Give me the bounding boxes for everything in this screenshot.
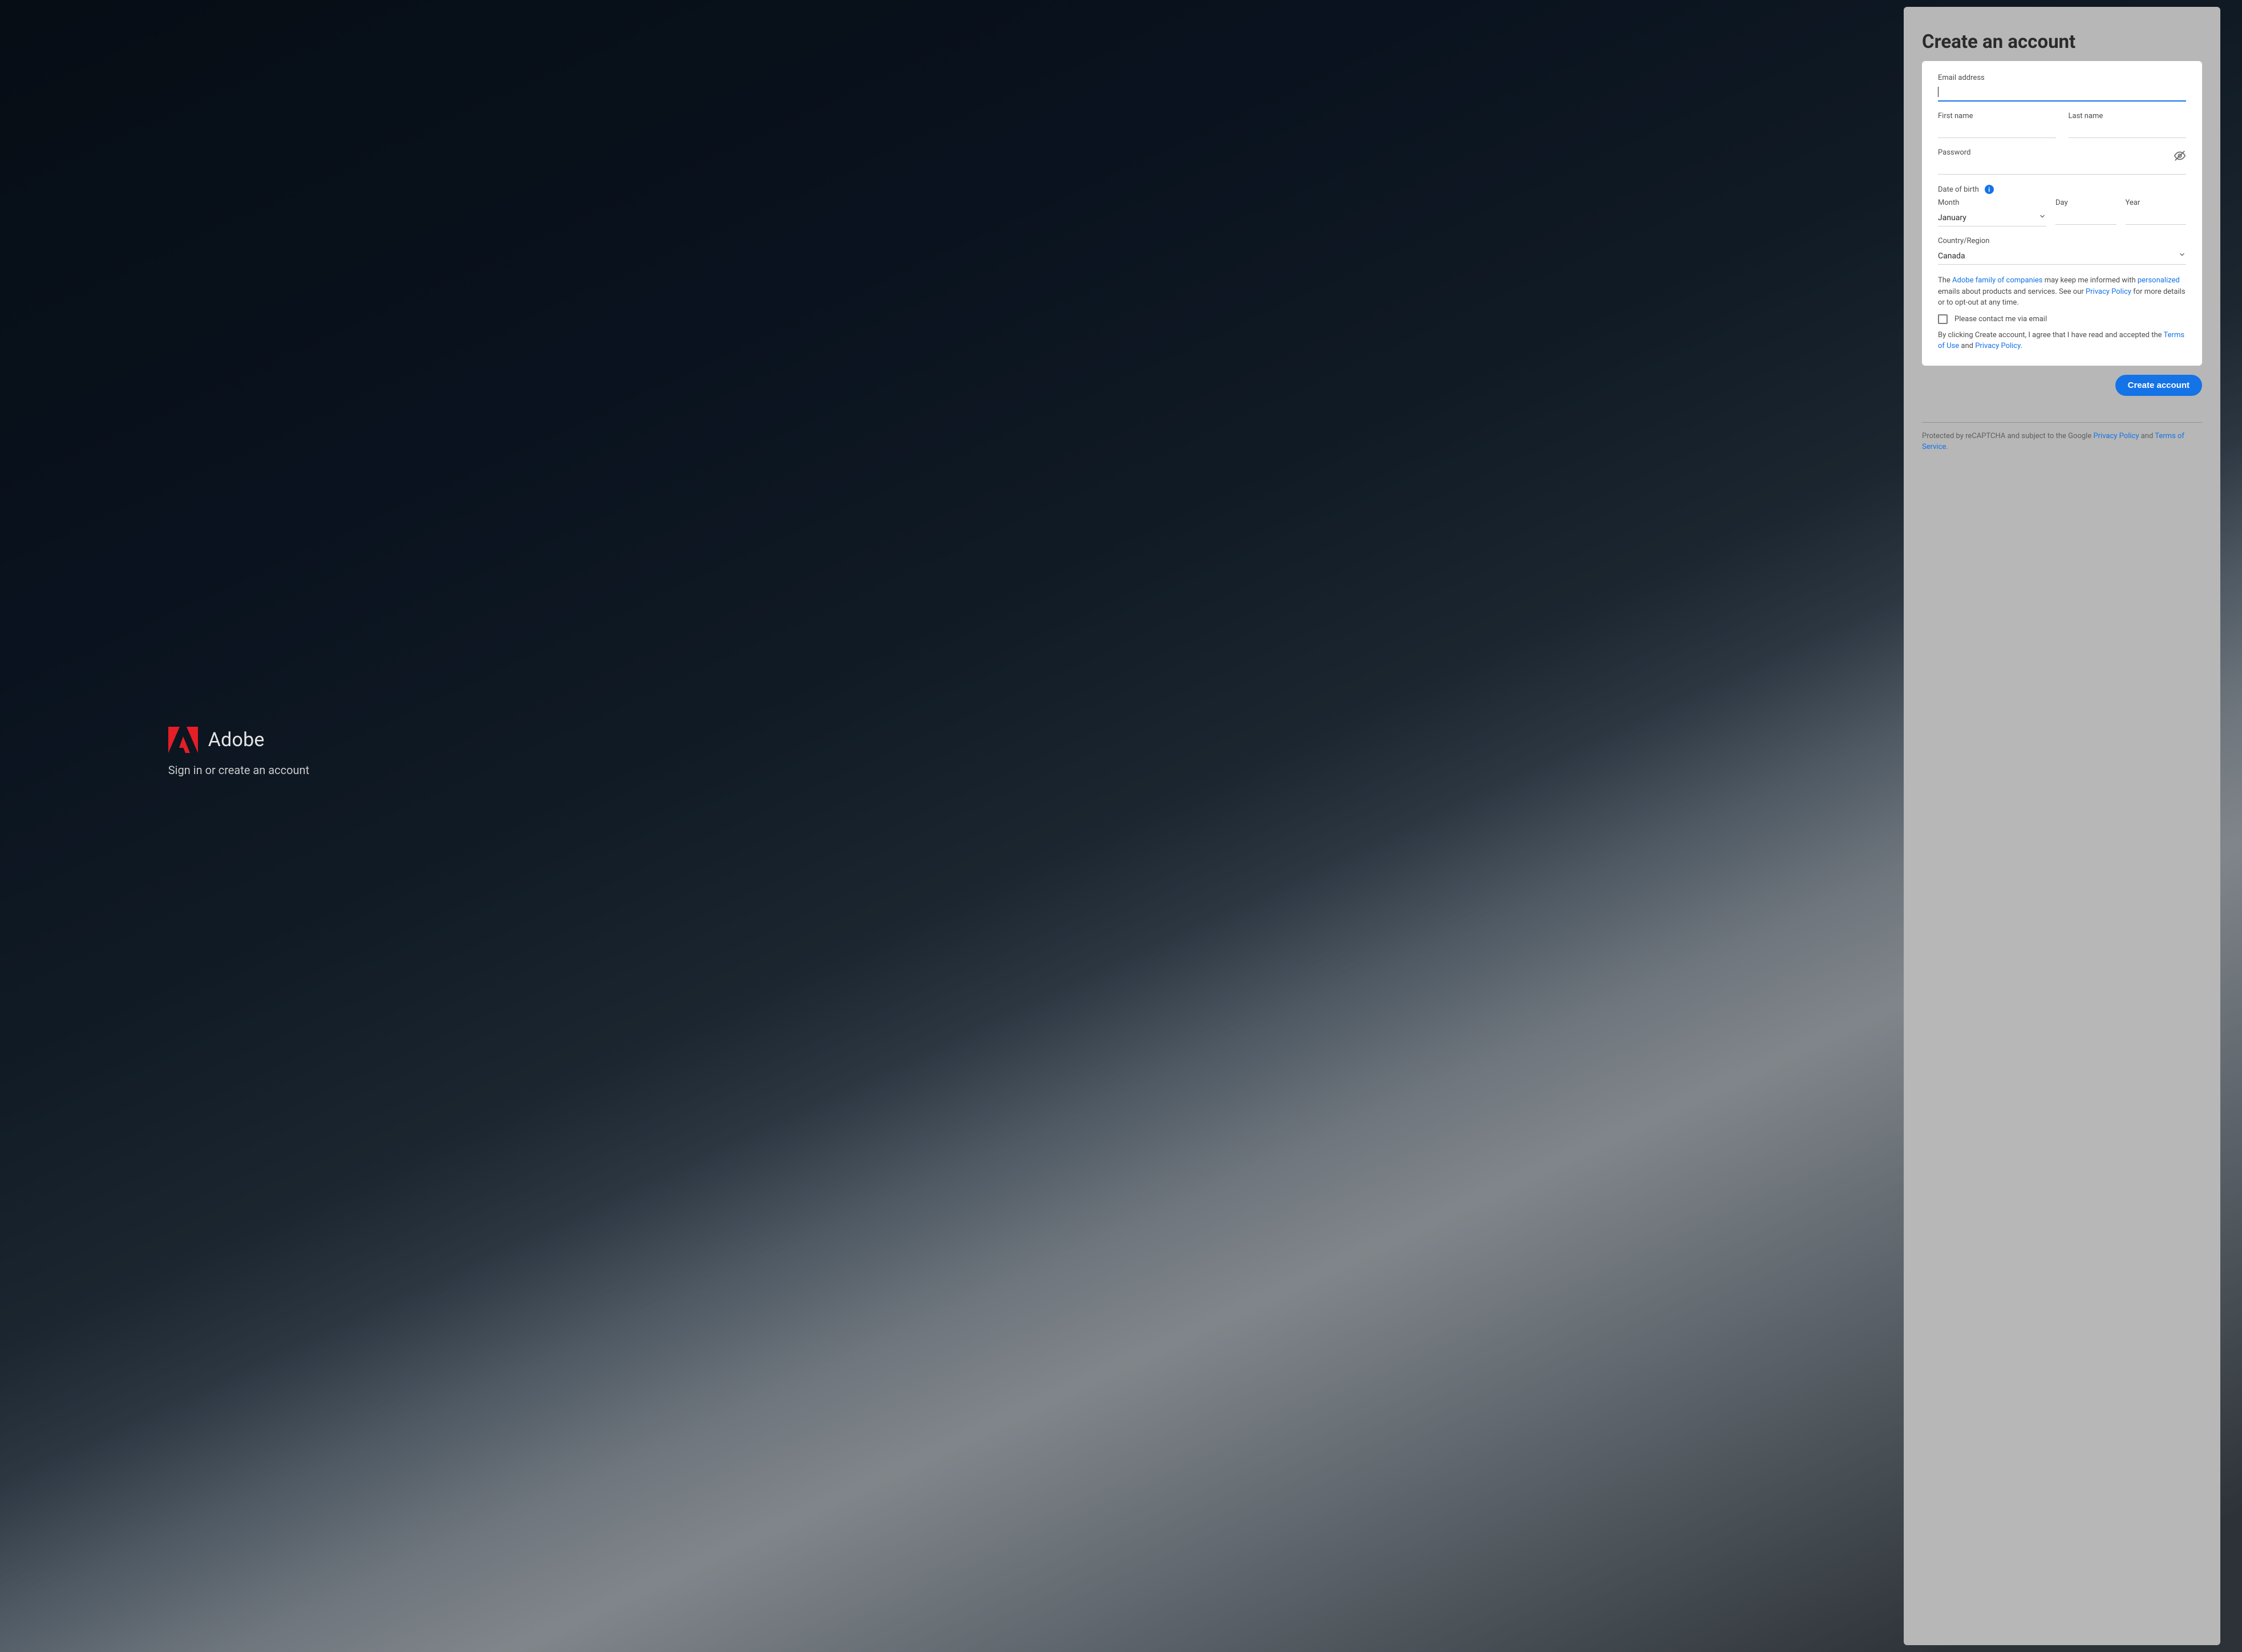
brand-row: Adobe bbox=[168, 727, 309, 753]
month-field-wrap: Month January bbox=[1938, 199, 2046, 226]
divider bbox=[1922, 422, 2202, 423]
month-label: Month bbox=[1938, 199, 2046, 207]
text: and bbox=[2139, 432, 2155, 440]
contact-checkbox-row: Please contact me via email bbox=[1938, 314, 2186, 324]
dob-label: Date of birth bbox=[1938, 185, 1979, 194]
text-cursor bbox=[1938, 87, 1939, 97]
last-name-input[interactable] bbox=[2069, 122, 2187, 138]
create-account-button[interactable]: Create account bbox=[2115, 375, 2202, 396]
country-value: Canada bbox=[1938, 252, 1965, 261]
marketing-disclosure: The Adobe family of companies may keep m… bbox=[1938, 275, 2186, 309]
password-input[interactable] bbox=[1938, 158, 2186, 175]
year-field-wrap: Year bbox=[2126, 199, 2187, 226]
month-select[interactable]: January bbox=[1938, 208, 2046, 226]
contact-checkbox-label: Please contact me via email bbox=[1954, 315, 2047, 323]
personalized-link[interactable]: personalized bbox=[2138, 276, 2180, 285]
brand-block: Adobe Sign in or create an account bbox=[168, 727, 309, 777]
email-input[interactable] bbox=[1938, 83, 2186, 102]
country-label: Country/Region bbox=[1938, 237, 2186, 245]
first-name-label: First name bbox=[1938, 112, 2056, 120]
text: Protected by reCAPTCHA and subject to th… bbox=[1922, 432, 2093, 440]
brand-name: Adobe bbox=[208, 728, 265, 751]
text: . bbox=[2021, 342, 2022, 350]
privacy-policy-link-2[interactable]: Privacy Policy bbox=[1975, 342, 2020, 350]
country-select[interactable]: Canada bbox=[1938, 246, 2186, 265]
button-row: Create account bbox=[1922, 366, 2202, 396]
year-label: Year bbox=[2126, 199, 2187, 207]
text: emails about products and services. See … bbox=[1938, 288, 2086, 296]
email-label: Email address bbox=[1938, 74, 2186, 82]
password-label: Password bbox=[1938, 148, 2186, 157]
text: . bbox=[1946, 443, 1948, 451]
toggle-password-visibility-icon[interactable] bbox=[2174, 149, 2186, 164]
info-icon[interactable]: i bbox=[1985, 185, 1994, 194]
panel-title: Create an account bbox=[1922, 31, 2202, 53]
adobe-logo-icon bbox=[168, 727, 198, 753]
day-input[interactable] bbox=[2055, 208, 2116, 225]
text: may keep me informed with bbox=[2042, 276, 2137, 285]
adobe-family-link[interactable]: Adobe family of companies bbox=[1952, 276, 2042, 285]
text: By clicking Create account, I agree that… bbox=[1938, 331, 2164, 339]
signup-card: Email address First name Last name Passw… bbox=[1922, 61, 2202, 366]
last-name-label: Last name bbox=[2069, 112, 2187, 120]
day-field-wrap: Day bbox=[2055, 199, 2116, 226]
last-name-field-wrap: Last name bbox=[2069, 112, 2187, 138]
google-privacy-link[interactable]: Privacy Policy bbox=[2093, 432, 2139, 440]
password-field-wrap: Password bbox=[1938, 148, 2186, 175]
email-field-wrap: Email address bbox=[1938, 74, 2186, 102]
first-name-input[interactable] bbox=[1938, 122, 2056, 138]
signup-panel: Create an account Email address First na… bbox=[1904, 7, 2220, 1645]
day-label: Day bbox=[2055, 199, 2116, 207]
privacy-policy-link[interactable]: Privacy Policy bbox=[2086, 288, 2131, 296]
text: The bbox=[1938, 276, 1952, 285]
month-value: January bbox=[1938, 213, 1966, 222]
recaptcha-notice: Protected by reCAPTCHA and subject to th… bbox=[1922, 431, 2202, 453]
year-input[interactable] bbox=[2126, 208, 2187, 225]
chevron-down-icon bbox=[2178, 250, 2186, 261]
first-name-field-wrap: First name bbox=[1938, 112, 2056, 138]
brand-tagline: Sign in or create an account bbox=[168, 763, 309, 777]
contact-checkbox[interactable] bbox=[1938, 314, 1948, 324]
terms-agreement: By clicking Create account, I agree that… bbox=[1938, 330, 2186, 352]
text: and bbox=[1959, 342, 1975, 350]
country-field-wrap: Country/Region Canada bbox=[1938, 237, 2186, 265]
dob-header: Date of birth i bbox=[1938, 185, 2186, 194]
chevron-down-icon bbox=[2038, 212, 2046, 222]
